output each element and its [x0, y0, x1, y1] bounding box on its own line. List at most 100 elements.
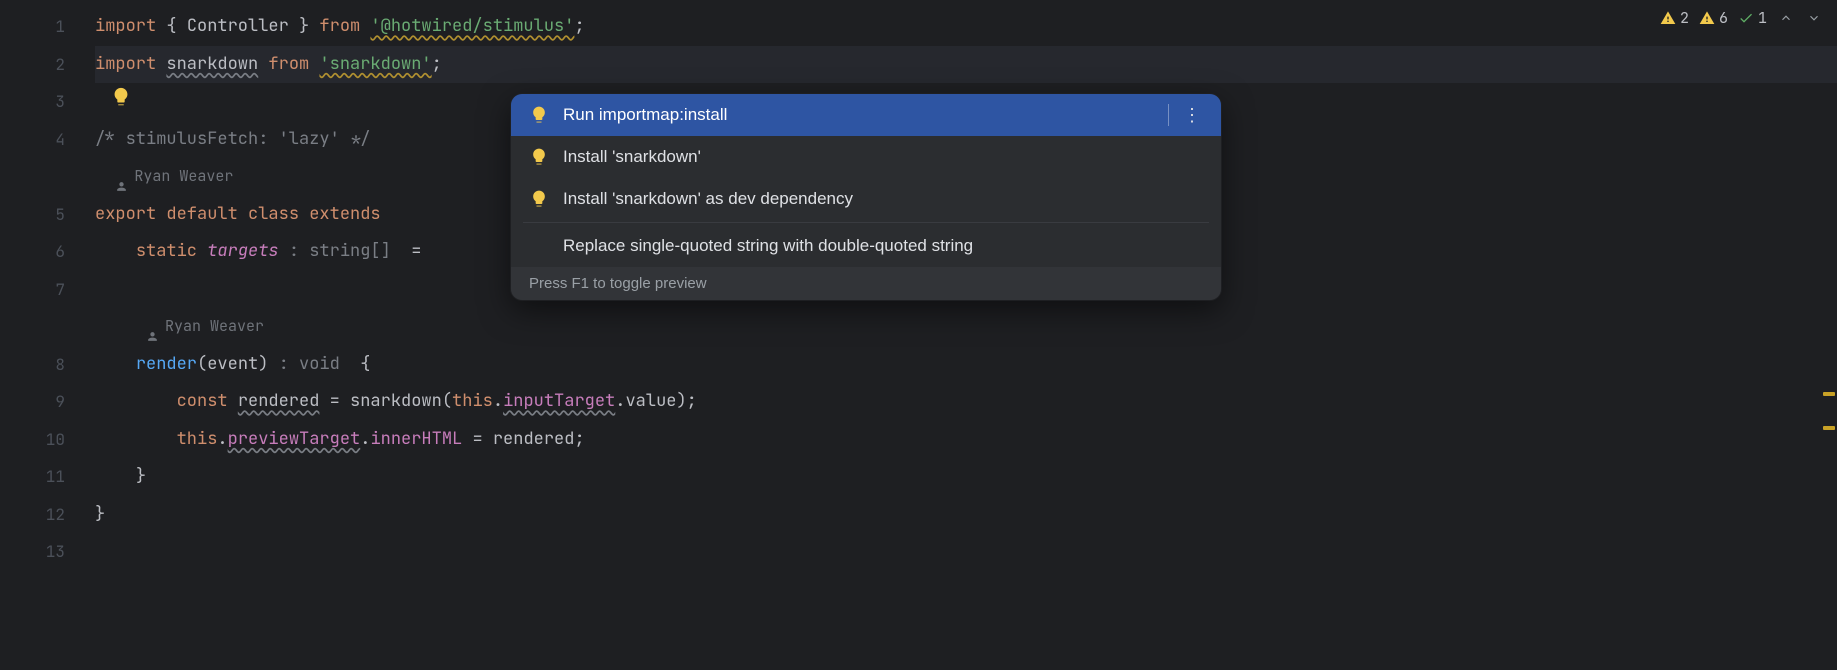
lightbulb-icon	[529, 147, 549, 167]
line-number: 1	[0, 8, 95, 46]
brace-open: {	[166, 15, 176, 37]
call-snarkdown: snarkdown	[350, 390, 442, 412]
warning-stripe[interactable]	[1823, 392, 1835, 396]
equals: =	[330, 390, 340, 412]
author-inlay-row: Ryan Weaver	[95, 308, 1837, 346]
inspection-ok[interactable]: 1	[1738, 8, 1767, 28]
keyword-this: this	[177, 428, 218, 450]
inspections-widget[interactable]: 2 6 1	[1660, 8, 1823, 28]
identifier-snarkdown: snarkdown	[166, 53, 258, 75]
keyword-static: static	[136, 240, 197, 262]
intention-bulb-icon[interactable]	[110, 86, 132, 108]
type-hint-string-array: : string[]	[289, 240, 391, 262]
intention-install-snarkdown-dev[interactable]: Install 'snarkdown' as dev dependency	[511, 178, 1221, 220]
code-line-2-current[interactable]: import snarkdown from 'snarkdown';	[95, 46, 1837, 84]
brace-close: }	[299, 15, 309, 37]
line-number: 11	[0, 458, 95, 496]
line-number: 2	[0, 46, 95, 84]
line-number: 13	[0, 533, 95, 571]
ok-count: 1	[1758, 8, 1767, 28]
author-inlay: Ryan Weaver	[115, 158, 233, 196]
brace-close: }	[136, 465, 146, 487]
line-number: 7	[0, 271, 95, 309]
keyword-this: this	[452, 390, 493, 412]
prop-preview-target: previewTarget	[228, 428, 361, 450]
warning-triangle-icon	[1660, 10, 1676, 26]
keyword-default: default	[166, 203, 237, 225]
line-number: 10	[0, 421, 95, 459]
keyword-import: import	[95, 53, 156, 75]
code-line-10[interactable]: this.previewTarget.innerHTML = rendered;	[95, 421, 1837, 459]
line-number-inlay-gap	[0, 158, 95, 196]
person-icon	[146, 320, 159, 333]
intention-label: Install 'snarkdown'	[563, 147, 701, 167]
inspection-warnings-2[interactable]: 6	[1699, 8, 1728, 28]
type-hint-void: : void	[279, 353, 340, 375]
method-render: render	[136, 353, 197, 375]
semicolon: ;	[574, 15, 584, 37]
intention-install-snarkdown[interactable]: Install 'snarkdown'	[511, 136, 1221, 178]
string-stimulus: '@hotwired/stimulus'	[370, 15, 574, 37]
keyword-import: import	[95, 15, 156, 37]
brace-close: }	[95, 503, 105, 525]
intention-replace-quotes[interactable]: Replace single-quoted string with double…	[511, 225, 1221, 267]
semicolon: ;	[574, 428, 584, 450]
identifier-rendered: rendered	[238, 390, 320, 412]
paren-close: )	[676, 390, 686, 412]
intention-label: Run importmap:install	[563, 105, 727, 125]
string-snarkdown: 'snarkdown'	[319, 53, 431, 75]
inspection-warnings-1[interactable]: 2	[1660, 8, 1689, 28]
prop-inner-html: innerHTML	[370, 428, 462, 450]
brace-open: {	[360, 353, 370, 375]
semicolon: ;	[687, 390, 697, 412]
warning-count-2: 6	[1719, 8, 1728, 28]
code-line-13[interactable]	[95, 533, 1837, 571]
author-name: Ryan Weaver	[134, 158, 233, 196]
prev-highlight-button[interactable]	[1777, 9, 1795, 27]
prop-value: value	[625, 390, 676, 412]
paren-open: (	[442, 390, 452, 412]
keyword-from: from	[319, 15, 360, 37]
warning-count-1: 2	[1680, 8, 1689, 28]
paren-close: )	[258, 353, 268, 375]
gutter: 1 2 3 4 5 6 7 8 9 10 11 12 13	[0, 0, 95, 670]
code-line-8[interactable]: render(event) : void {	[95, 346, 1837, 384]
code-line-11[interactable]: }	[95, 458, 1837, 496]
comment-stimulus-fetch: /* stimulusFetch: 'lazy' */	[95, 128, 370, 150]
lightbulb-icon	[529, 105, 549, 125]
line-number: 12	[0, 496, 95, 534]
intention-label: Install 'snarkdown' as dev dependency	[563, 189, 853, 209]
intention-actions-popup[interactable]: Run importmap:install ⋮ Install 'snarkdo…	[510, 93, 1222, 301]
intention-label: Replace single-quoted string with double…	[563, 236, 973, 256]
intention-run-importmap-install[interactable]: Run importmap:install ⋮	[511, 94, 1221, 136]
line-number: 5	[0, 196, 95, 234]
keyword-class: class	[248, 203, 299, 225]
person-icon	[115, 170, 128, 183]
equals: =	[411, 240, 421, 262]
code-line-1[interactable]: import { Controller } from '@hotwired/st…	[95, 8, 1837, 46]
more-options-icon[interactable]: ⋮	[1168, 104, 1203, 126]
line-number: 8	[0, 346, 95, 384]
intention-footer-hint: Press F1 to toggle preview	[511, 267, 1221, 300]
line-number: 3	[0, 83, 95, 121]
identifier-rendered: rendered	[493, 428, 575, 450]
param-event: event	[207, 353, 258, 375]
line-number-inlay-gap	[0, 308, 95, 346]
line-number: 6	[0, 233, 95, 271]
equals: =	[472, 428, 482, 450]
paren-open: (	[197, 353, 207, 375]
code-line-12[interactable]: }	[95, 496, 1837, 534]
line-number: 4	[0, 121, 95, 159]
next-highlight-button[interactable]	[1805, 9, 1823, 27]
warning-triangle-icon	[1699, 10, 1715, 26]
keyword-const: const	[177, 390, 228, 412]
semicolon: ;	[432, 53, 442, 75]
author-inlay: Ryan Weaver	[146, 308, 264, 346]
intention-separator	[523, 222, 1209, 223]
identifier-targets: targets	[207, 240, 278, 262]
lightbulb-icon	[529, 189, 549, 209]
code-line-9[interactable]: const rendered = snarkdown(this.inputTar…	[95, 383, 1837, 421]
warning-stripe[interactable]	[1823, 426, 1835, 430]
keyword-export: export	[95, 203, 156, 225]
keyword-extends: extends	[309, 203, 380, 225]
